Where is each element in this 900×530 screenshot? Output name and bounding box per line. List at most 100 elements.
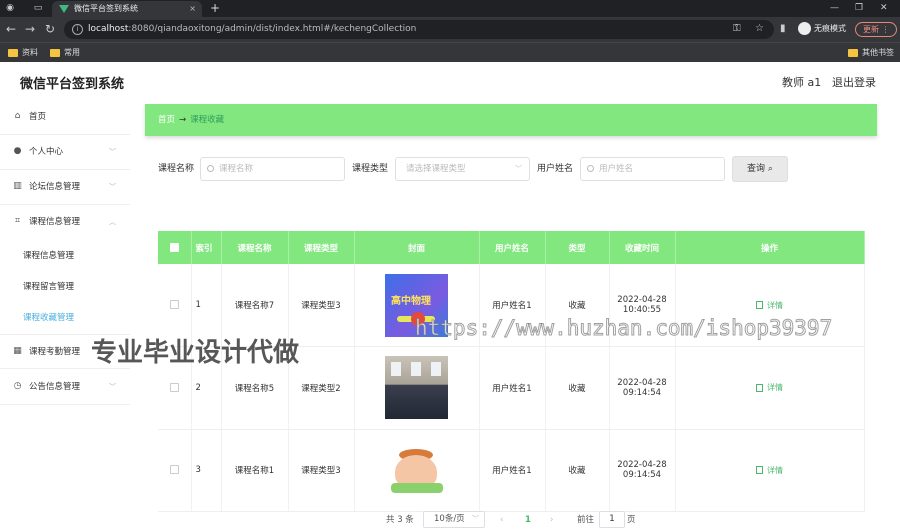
new-tab-button[interactable]: + [210,0,220,16]
minimize-icon[interactable]: — [830,0,839,16]
cover-decoration [391,362,401,377]
sidebar-subitem-course-collection[interactable]: 课程收藏管理 [0,303,130,333]
column-header[interactable]: 课程名称 [221,231,289,264]
cover-cell [354,346,480,430]
bookmark-star-icon[interactable]: ☆ [755,21,764,37]
other-bookmarks[interactable]: 其他书签 [848,46,894,60]
sidebar-item-label: 公告信息管理 [29,382,81,392]
table-row: 3 课程名称1 课程类型3 用户姓名1 收藏 2022-04-28 09:14:5… [158,429,865,512]
close-tab-icon[interactable]: × [189,1,196,17]
bookmark-folder-1[interactable]: 资料 [8,46,38,60]
action-cell: 详情 [675,429,865,512]
column-header[interactable]: 课程类型 [288,231,355,264]
sidebar-item-forum[interactable]: ▥ 论坛信息管理 ﹀ [0,170,130,205]
sidebar-item-course-info[interactable]: ⌗ 课程信息管理 ︿ [0,205,130,240]
sidebar-item-home[interactable]: ⌂ 首页 [0,100,130,135]
column-header[interactable]: 封面 [354,231,480,264]
chart-icon: ▥ [13,181,22,191]
chevron-down-icon: ﹀ [109,383,116,391]
detail-button[interactable]: 详情 [756,301,783,310]
forward-icon[interactable]: → [25,21,35,37]
row-checkbox[interactable] [169,300,179,309]
prev-page-button[interactable]: ‹ [500,512,503,528]
site-info-icon[interactable]: i [72,24,83,35]
browser-menu-icon[interactable]: ◉ [4,2,16,14]
key-icon[interactable]: ⚿ [733,21,741,37]
restore-icon[interactable]: ❐ [855,0,863,16]
row-checkbox[interactable] [169,465,179,475]
cover-text: 高中物理 [391,295,431,307]
table-header-row: 索引 课程名称 课程类型 封面 用户姓名 类型 收藏时间 操作 [158,231,865,264]
logout-button[interactable]: 退出登录 [832,74,876,90]
collect-time-cell: 2022-04-28 09:14:54 [609,346,676,430]
breadcrumb-current: 课程收藏 [190,115,225,125]
collect-date: 2022-04-28 [617,377,667,388]
column-header[interactable]: 索引 [191,231,222,264]
search-icon: ⌕ [767,164,773,174]
column-header: 操作 [675,231,865,264]
column-header[interactable]: 用户姓名 [479,231,546,264]
detail-label: 详情 [767,465,783,475]
user-icon: ● [13,146,22,156]
grid-icon: ▦ [13,346,22,356]
user-name-label: 用户姓名 [537,164,574,174]
query-button[interactable]: 查询 ⌕ [732,156,788,182]
browser-tab[interactable]: 微信平台签到系统 × [52,1,202,17]
cover-decoration [411,362,421,377]
tab-search-icon[interactable]: ▭ [32,2,44,14]
sidebar-item-announcements[interactable]: ◷ 公告信息管理 ﹀ [0,370,130,405]
bookmark-label: 常用 [64,48,80,57]
page-size-value: 10条/页 [434,514,465,524]
cover-image[interactable] [385,438,448,502]
kind-cell: 收藏 [545,429,610,512]
detail-button[interactable]: 详情 [756,383,783,392]
cover-cell [354,429,480,512]
sidebar-item-label: 课程考勤管理 [29,347,81,357]
page-size-select[interactable]: 10条/页 ﹀ [423,511,485,528]
sidebar-subitem-course-info[interactable]: 课程信息管理 [0,241,130,271]
sidebar-item-label: 课程信息管理 [29,217,81,227]
course-name-cell: 课程名称1 [221,429,289,512]
address-bar[interactable]: i localhost:8080/qiandaoxitong/admin/dis… [64,20,774,39]
cover-decoration [391,482,443,493]
bookmark-folder-2[interactable]: 常用 [50,46,80,60]
watermark-url: https://www.huzhan.com/ishop39397 [414,316,833,341]
column-header[interactable]: 类型 [545,231,610,264]
user-name-placeholder: 用户姓名 [599,164,634,174]
watermark-text: 专业毕业设计代做 [91,338,300,368]
breadcrumb: 首页 → 课程收藏 [145,104,877,136]
other-bookmarks-label: 其他书签 [862,48,894,57]
course-name-label: 课程名称 [158,164,195,174]
user-name-input[interactable]: 用户姓名 [580,157,725,181]
sidebar-item-label: 首页 [29,112,47,122]
reload-icon[interactable]: ↻ [45,21,55,37]
window-close-icon[interactable]: ✕ [880,0,888,16]
collect-date: 2022-04-28 [617,460,667,471]
sidebar-subitem-course-messages[interactable]: 课程留言管理 [0,272,130,302]
row-checkbox[interactable] [169,382,179,392]
chevron-down-icon: ﹀ [472,515,479,523]
update-button[interactable]: 更新 ⋮ [855,22,897,37]
folder-icon [848,48,858,57]
back-icon[interactable]: ← [6,21,16,37]
side-panel-icon[interactable]: ▮ [780,21,786,37]
breadcrumb-home[interactable]: 首页 [158,115,175,125]
collection-table: 索引 课程名称 课程类型 封面 用户姓名 类型 收藏时间 操作 1 课程名称7 … [158,231,865,512]
pagination-total: 共 3 条 [386,515,414,525]
detail-button[interactable]: 详情 [756,466,783,475]
course-name-input[interactable]: 课程名称 [200,157,345,181]
cover-image[interactable] [385,356,448,420]
update-label: 更新 [863,25,879,34]
goto-page-input[interactable]: 1 [599,511,625,528]
query-button-label: 查询 [747,164,766,174]
incognito-indicator[interactable]: 无痕模式 [798,21,846,37]
chevron-down-icon: ﹀ [109,148,116,156]
bookmarks-bar: 资料 常用 其他书签 [0,42,900,62]
course-type-select[interactable]: 请选择课程类型 ﹀ [395,157,530,181]
next-page-button[interactable]: › [550,512,553,528]
select-all-checkbox[interactable] [169,242,179,252]
folder-icon [8,48,18,57]
page-number-current[interactable]: 1 [525,512,531,528]
sidebar-item-personal-center[interactable]: ● 个人中心 ﹀ [0,135,130,170]
column-header[interactable]: 收藏时间 [609,231,676,264]
